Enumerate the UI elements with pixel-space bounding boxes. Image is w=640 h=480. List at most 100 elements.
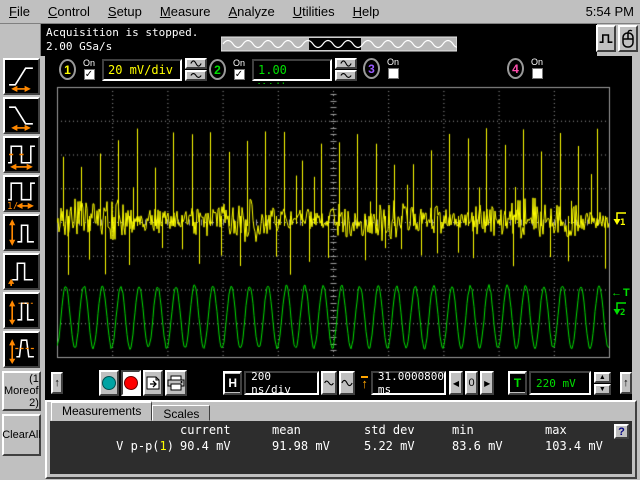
- pulse-width-button[interactable]: [3, 136, 40, 173]
- fall-time-icon: [6, 100, 37, 131]
- measurement-name-close: ): [167, 439, 174, 453]
- channel-4-on-checkbox[interactable]: [532, 68, 543, 79]
- channel-bar: 1 On ✓ 20 mV/div 2 On ✓ 1.00 V/div: [45, 56, 632, 84]
- channel-1-on-label: On: [83, 59, 95, 68]
- v-pp-icon: [6, 217, 37, 248]
- frequency-icon: 1/: [6, 178, 37, 209]
- column-current: current: [180, 421, 272, 437]
- menu-setup[interactable]: Setup: [99, 1, 151, 22]
- v-avg-icon: [6, 334, 37, 365]
- menu-help[interactable]: Help: [344, 1, 389, 22]
- sine-icon: [341, 379, 353, 387]
- delay-left-button[interactable]: ◀: [449, 371, 463, 395]
- menu-utilities[interactable]: Utilities: [284, 1, 344, 22]
- channel-2-on-label: On: [233, 59, 245, 68]
- status-strip: Acquisition is stopped. 2.00 GSa/s: [0, 24, 640, 56]
- trigger-position-icon[interactable]: ↑: [361, 376, 368, 390]
- trigger-level-display[interactable]: 220 mV: [529, 371, 591, 395]
- timebase-display[interactable]: 200 ns/div: [244, 371, 319, 395]
- screen-copy-button[interactable]: [143, 370, 163, 396]
- delay-display[interactable]: 31.0000800 ms: [371, 371, 446, 395]
- sine-icon: [323, 379, 335, 387]
- menu-analyze[interactable]: Analyze: [219, 1, 283, 22]
- rise-time-button[interactable]: [3, 58, 40, 95]
- channel-1-scale-display[interactable]: 20 mV/div: [102, 59, 182, 81]
- print-button[interactable]: [165, 370, 187, 396]
- measurements-tabs: Measurements Scales: [47, 402, 635, 421]
- waveform-position-indicator[interactable]: [221, 36, 457, 52]
- channel-2-badge[interactable]: 2: [209, 59, 226, 80]
- timebase-zoom-in-button[interactable]: [339, 371, 355, 395]
- channel-2-scale-down-button[interactable]: [335, 70, 357, 81]
- v-max-icon: [6, 295, 37, 326]
- v-pp-button[interactable]: [3, 214, 40, 251]
- clear-all-button[interactable]: Clear All: [2, 414, 41, 456]
- channel-1-scale-down-button[interactable]: [185, 70, 207, 81]
- channel-1-scale-up-button[interactable]: [185, 58, 207, 69]
- more-measurements-button[interactable]: More (1 of 2): [2, 371, 41, 411]
- channel-4-badge[interactable]: 4: [507, 58, 524, 79]
- clear-label-line1: Clear: [2, 429, 28, 441]
- stop-button[interactable]: [121, 370, 141, 396]
- trigger-setup-button[interactable]: T: [508, 371, 527, 395]
- up-triangle-icon: ▲: [599, 374, 606, 381]
- channel-2-scale-up-button[interactable]: [335, 58, 357, 69]
- channel-3-on-checkbox[interactable]: [388, 68, 399, 79]
- v-min-icon: [6, 256, 37, 287]
- trigger-mode-button[interactable]: [596, 25, 616, 52]
- measurement-channel-number: 1: [160, 439, 167, 453]
- menu-file[interactable]: File: [0, 1, 39, 22]
- horizontal-setup-button[interactable]: H: [223, 371, 242, 395]
- tab-measurements[interactable]: Measurements: [51, 401, 152, 421]
- value-current: 90.4 mV: [180, 437, 272, 453]
- delay-right-button[interactable]: ▶: [480, 371, 494, 395]
- oscilloscope-app: File Control Setup Measure Analyze Utili…: [0, 0, 640, 480]
- down-triangle-icon: ▼: [599, 386, 606, 393]
- channel-1-on-checkbox[interactable]: ✓: [84, 69, 95, 80]
- v-avg-button[interactable]: [3, 331, 40, 368]
- sine-icon: [340, 72, 352, 79]
- channel-2-on-checkbox[interactable]: ✓: [234, 69, 245, 80]
- channel-3-on-label: On: [387, 58, 399, 67]
- channel-1-badge[interactable]: 1: [59, 59, 76, 80]
- help-button[interactable]: ?: [614, 424, 629, 439]
- menu-control[interactable]: Control: [39, 1, 99, 22]
- printer-icon: [167, 375, 185, 391]
- timebase-zoom-out-button[interactable]: [321, 371, 337, 395]
- acquisition-status: Acquisition is stopped.: [46, 27, 198, 38]
- trigger-level-up-button[interactable]: ▲: [594, 372, 611, 383]
- sample-rate: 2.00 GSa/s: [46, 41, 112, 52]
- fall-time-button[interactable]: [3, 97, 40, 134]
- channel-2-scale-display[interactable]: 1.00 V/div: [252, 59, 332, 81]
- clear-label-line2: All: [29, 429, 41, 441]
- trigger-level-marker[interactable]: ←T: [611, 287, 631, 299]
- measurements-header-row: current mean std dev min max: [50, 421, 632, 437]
- run-icon: [101, 375, 117, 391]
- trigger-marker-label: T: [623, 287, 631, 299]
- delay-zero-button[interactable]: 0: [465, 371, 479, 395]
- value-stddev: 5.22 mV: [364, 437, 452, 453]
- tab-scales[interactable]: Scales: [152, 405, 210, 421]
- channel-1-ground-marker[interactable]: 1: [611, 210, 628, 227]
- column-min: min: [452, 421, 545, 437]
- measurement-row: V p-p(1) 90.4 mV 91.98 mV 5.22 mV 83.6 m…: [50, 437, 632, 453]
- waveform-graticule[interactable]: [45, 84, 632, 366]
- pulse-width-icon: [6, 139, 37, 170]
- v-min-button[interactable]: [3, 253, 40, 290]
- trigger-level-down-button[interactable]: ▼: [594, 384, 611, 395]
- svg-text:2: 2: [620, 308, 625, 317]
- right-expand-button[interactable]: ↑: [620, 372, 632, 394]
- frequency-button[interactable]: 1/: [3, 175, 40, 212]
- channel-3-badge[interactable]: 3: [363, 58, 380, 79]
- pulse-icon: [598, 31, 614, 47]
- copy-icon: [145, 375, 161, 391]
- mouse-icon: [620, 29, 636, 49]
- channel-2-ground-marker[interactable]: 2: [611, 300, 628, 317]
- up-arrow-icon: ↑: [54, 377, 60, 389]
- run-button[interactable]: [99, 370, 119, 396]
- column-stddev: std dev: [364, 421, 452, 437]
- pointer-mode-button[interactable]: [618, 25, 638, 52]
- left-expand-button[interactable]: ↑: [51, 372, 63, 394]
- menu-measure[interactable]: Measure: [151, 1, 220, 22]
- v-max-button[interactable]: [3, 292, 40, 329]
